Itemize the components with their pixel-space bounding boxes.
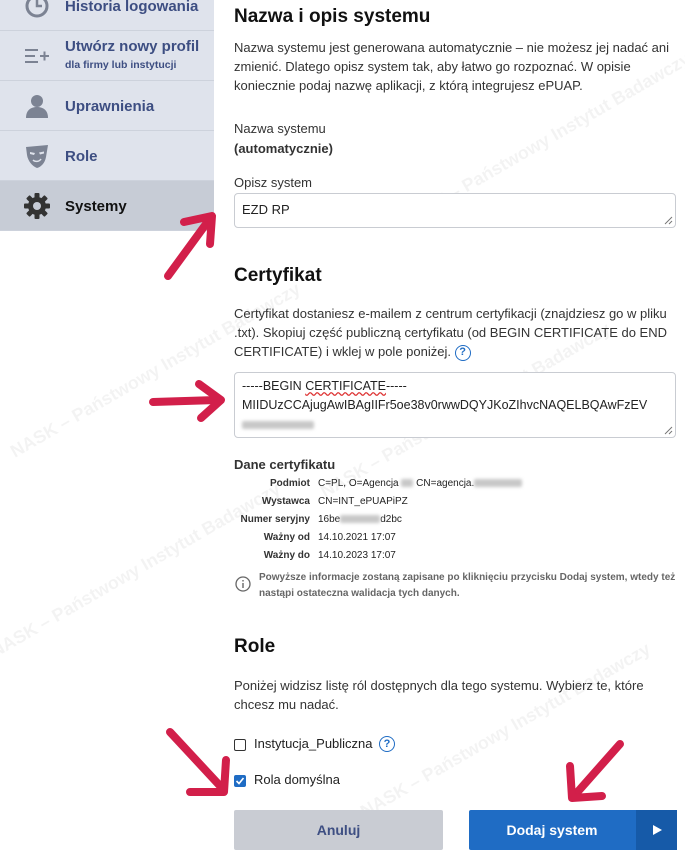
mask-icon [23,142,51,170]
cert-key: Ważny do [263,550,310,561]
user-icon [23,92,51,120]
cert-value: 14.10.2021 17:07 [318,532,396,543]
role-option-default[interactable]: Rola domyślna [234,772,434,790]
sidebar-item-label: Role [65,148,98,165]
sidebar-item-new-profile[interactable]: Utwórz nowy profil dla firmy lub instytu… [0,31,214,81]
cert-value-b: CN=agencja. [413,478,475,489]
sidebar-item-systems[interactable]: Systemy [0,181,214,231]
annotation-arrow [566,740,624,802]
clock-icon [23,0,51,20]
certificate-textarea[interactable]: -----BEGIN CERTIFICATE----- MIIDUzCCAjug… [234,372,676,438]
certificate-line-3 [242,415,668,434]
system-name-label: Nazwa systemu [234,121,326,136]
cert-value: CN=INT_ePUAPiPZ [318,496,408,507]
system-description: Nazwa systemu jest generowana automatycz… [234,40,670,93]
describe-system-input[interactable]: EZD RP [234,193,676,228]
add-list-icon [23,42,51,70]
certificate-info-text: Powyższe informacje zostaną zapisane po … [259,572,676,599]
sidebar-item-label: Utwórz nowy profil [65,38,200,55]
cert-value-a: 16be [318,514,341,525]
checkbox-checked[interactable] [234,775,246,787]
certificate-line-2: MIIDUzCCAjugAwIBAgIIFr5oe38v0rwwDQYJKoZI… [242,398,648,412]
play-icon [636,810,677,850]
certificate-data-heading: Dane certyfikatu [234,457,336,472]
gear-icon [23,192,51,220]
cert-key: Numer seryjny [240,514,310,525]
resize-handle-icon[interactable] [663,425,673,435]
help-icon[interactable]: ? [454,344,471,361]
sidebar-item-label: Uprawnienia [65,98,155,115]
roles-heading: Role [234,636,276,657]
system-heading: Nazwa i opis systemu [234,6,431,27]
certificate-line-1: -----BEGIN CERTIFICATE----- [242,377,668,396]
annotation-arrow [166,728,230,796]
add-system-label: Dodaj system [506,822,598,838]
describe-system-label: Opisz system [234,175,313,190]
sidebar-item-label: Systemy [65,198,127,215]
role-label: Rola domyślna [254,772,340,787]
cert-suffix: ----- [385,379,407,393]
system-name-value: (automatycznie) [234,141,333,156]
sidebar: Historia logowania Utwórz nowy profil dl… [0,0,214,231]
cert-value: 16be d2bc [318,514,402,525]
certificate-heading: Certyfikat [234,265,322,286]
role-label: Instytucja_Publiczna [254,736,373,751]
certificate-description-text: Certyfikat dostaniesz e-mailem z centrum… [234,306,667,359]
cert-key: Wystawca [261,496,310,507]
watermark: NASK – Państwowy Instytut Badawczy [357,639,654,823]
cert-key: Ważny od [263,532,310,543]
annotation-arrow [149,380,225,422]
roles-description: Poniżej widzisz listę ról dostępnych dla… [234,678,644,712]
help-icon[interactable]: ? [379,736,395,752]
cert-value: 14.10.2023 17:07 [318,550,396,561]
certificate-description: Certyfikat dostaniesz e-mailem z centrum… [234,304,674,361]
sidebar-item-roles[interactable]: Role [0,131,214,181]
cert-value-a: C=PL, O=Agencja [318,478,402,489]
sidebar-item-sublabel: dla firmy lub instytucji [65,59,177,71]
resize-handle-icon[interactable] [663,215,673,225]
cert-value-b: d2bc [380,514,402,525]
sidebar-item-permissions[interactable]: Uprawnienia [0,81,214,131]
cert-prefix: -----BEGIN [242,379,306,393]
check-icon [235,777,245,785]
cancel-button[interactable]: Anuluj [234,810,443,850]
role-option-public[interactable]: Instytucja_Publiczna ? [234,736,434,754]
sidebar-item-login-history[interactable]: Historia logowania [0,0,214,31]
info-icon [235,576,251,597]
cert-value: C=PL, O=Agencja CN=agencja. [318,478,523,489]
describe-system-value: EZD RP [242,202,290,217]
add-system-button[interactable]: Dodaj system [469,810,677,850]
certificate-data-table: Podmiot C=PL, O=Agencja CN=agencja. Wyst… [198,476,598,566]
cert-word: CERTIFICATE [305,379,386,393]
cert-key: Podmiot [270,478,310,489]
checkbox[interactable] [234,739,246,751]
sidebar-item-label: Historia logowania [65,0,199,15]
